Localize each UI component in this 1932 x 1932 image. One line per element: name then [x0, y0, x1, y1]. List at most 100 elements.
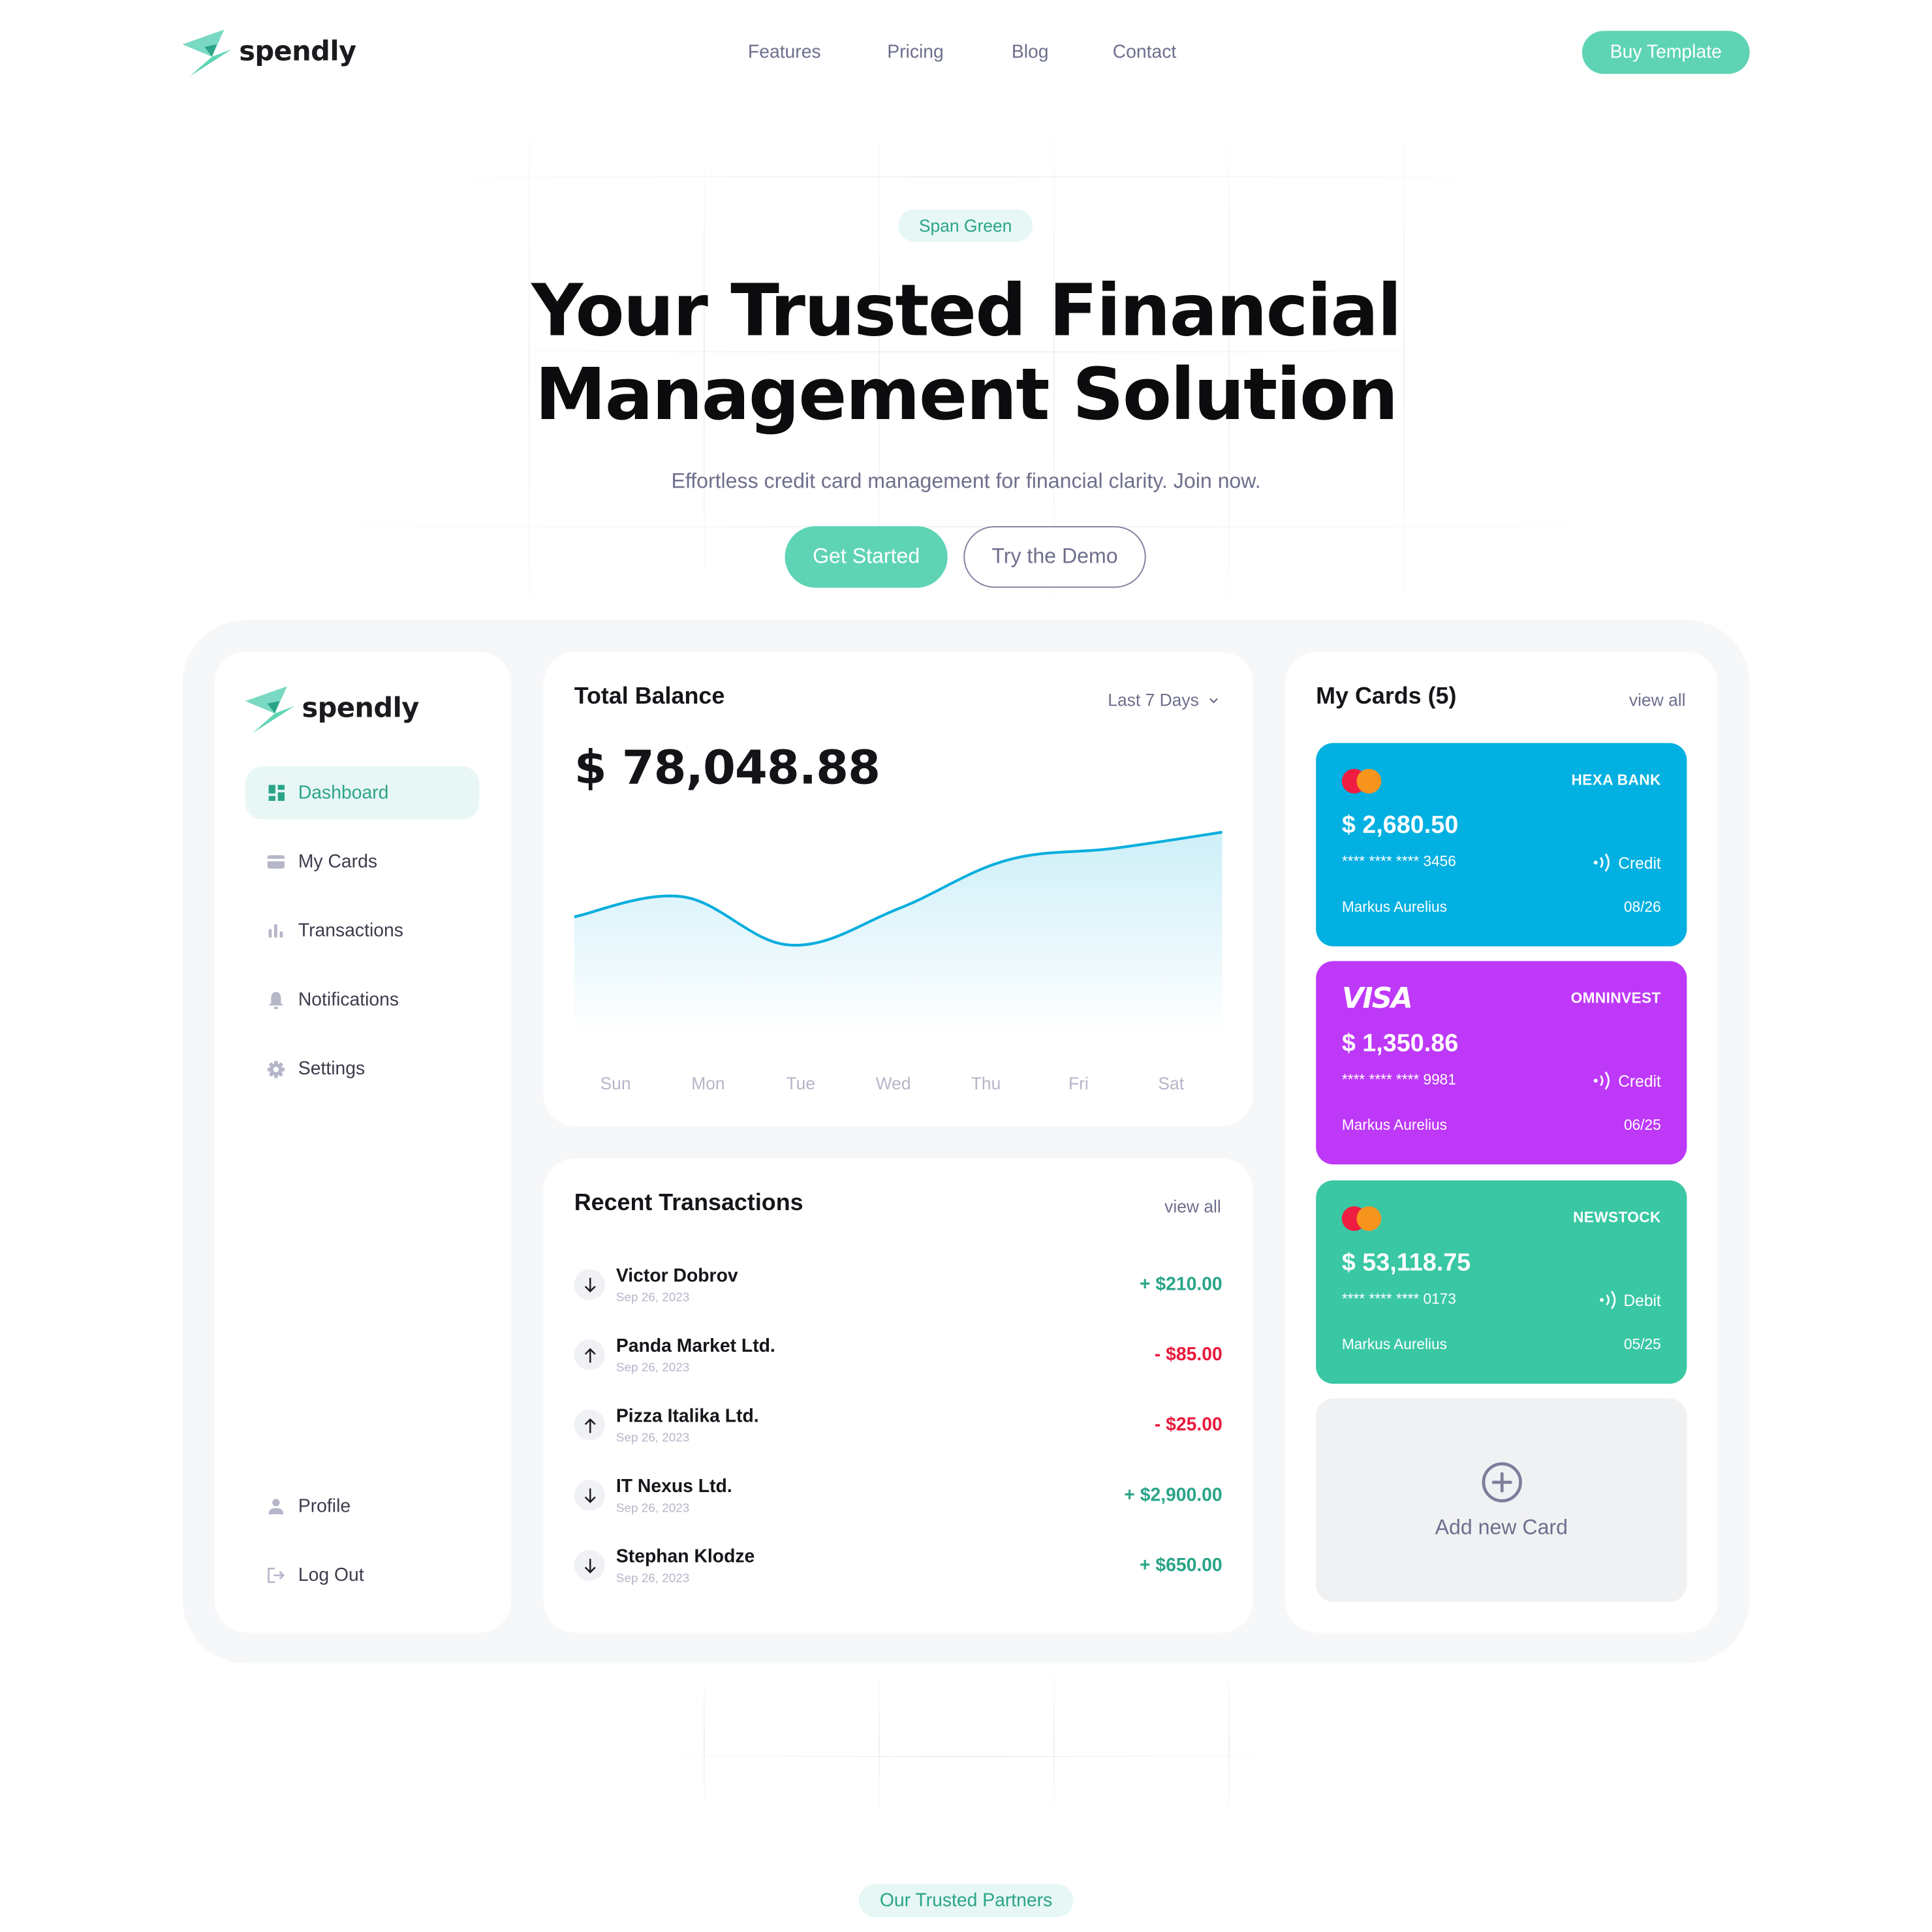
my-cards-panel: My Cards (5) view all HEXA BANK $ 2,680.… — [1285, 651, 1718, 1633]
try-demo-button[interactable]: Try the Demo — [963, 526, 1146, 588]
transaction-date: Sep 26, 2023 — [615, 1362, 690, 1375]
hero-title-line-1: Your Trusted Financial — [531, 268, 1402, 352]
card-type: Credit — [1594, 851, 1661, 873]
credit-card[interactable]: HEXA BANK $ 2,680.50 **** **** **** 3456… — [1316, 743, 1687, 946]
credit-card[interactable]: VISA OMNINVEST $ 1,350.86 **** **** ****… — [1316, 961, 1687, 1164]
bar-chart-icon — [266, 921, 286, 941]
arrow-down-icon — [574, 1269, 605, 1300]
contactless-icon — [1594, 853, 1610, 872]
chart-x-axis: Sun Mon Tue Wed Thu Fri Sat — [574, 1073, 1223, 1098]
balance-chart — [574, 830, 1223, 1034]
grid-line — [1053, 1663, 1055, 1824]
recent-transactions-panel: Recent Transactions view all Victor Dobr… — [543, 1158, 1253, 1633]
sidebar-item-dashboard[interactable]: Dashboard — [245, 766, 480, 820]
contactless-icon — [1594, 1071, 1610, 1090]
sidebar-item-notifications[interactable]: Notifications — [245, 973, 480, 1026]
nav-link-features[interactable]: Features — [748, 42, 821, 63]
card-holder: Markus Aurelius — [1341, 898, 1447, 916]
sidebar-item-transactions[interactable]: Transactions — [245, 905, 480, 958]
sidebar-item-my-cards[interactable]: My Cards — [245, 835, 480, 888]
transaction-name: Panda Market Ltd. — [615, 1335, 775, 1357]
cards-view-all-link[interactable]: view all — [1629, 690, 1686, 709]
x-tick-label: Wed — [875, 1073, 911, 1093]
card-expiry: 08/26 — [1624, 898, 1661, 916]
nav-link-blog[interactable]: Blog — [1012, 42, 1049, 63]
debit-card[interactable]: NEWSTOCK $ 53,118.75 **** **** **** 0173… — [1316, 1180, 1687, 1384]
brand-name: spendly — [239, 36, 356, 67]
card-type-label: Credit — [1618, 853, 1661, 872]
add-new-card-button[interactable]: Add new Card — [1316, 1398, 1687, 1602]
transaction-amount: + $210.00 — [1139, 1273, 1223, 1296]
sidebar-item-settings[interactable]: Settings — [245, 1042, 480, 1095]
card-number: **** **** **** 3456 — [1341, 852, 1456, 870]
card-type-label: Credit — [1618, 1071, 1661, 1090]
grid-line — [1228, 1663, 1230, 1824]
hero-title: Your Trusted Financial Management Soluti… — [350, 269, 1582, 437]
arrow-down-icon — [574, 1480, 605, 1511]
x-tick-label: Thu — [971, 1073, 1001, 1093]
visa-logo: VISA — [1341, 983, 1413, 1016]
arrow-up-icon — [574, 1339, 605, 1371]
transaction-row[interactable]: IT Nexus Ltd. Sep 26, 2023 + $2,900.00 — [574, 1476, 1223, 1526]
grid-line — [369, 176, 1563, 178]
transaction-date: Sep 26, 2023 — [615, 1291, 690, 1305]
buy-template-button[interactable]: Buy Template — [1581, 31, 1750, 74]
bell-icon — [266, 990, 286, 1010]
brand-name: spendly — [302, 693, 420, 724]
sidebar-item-label: My Cards — [298, 851, 378, 873]
sidebar-item-label: Settings — [298, 1058, 366, 1080]
transaction-name: IT Nexus Ltd. — [615, 1476, 732, 1497]
nav-link-contact[interactable]: Contact — [1113, 42, 1177, 63]
sidebar-item-log-out[interactable]: Log Out — [245, 1549, 480, 1602]
card-balance: $ 53,118.75 — [1341, 1249, 1471, 1277]
transaction-date: Sep 26, 2023 — [615, 1572, 690, 1586]
x-tick-label: Mon — [691, 1073, 725, 1093]
card-type: Credit — [1594, 1070, 1661, 1092]
card-bank: OMNINVEST — [1570, 989, 1661, 1007]
transaction-row[interactable]: Pizza Italika Ltd. Sep 26, 2023 - $25.00 — [574, 1406, 1223, 1456]
range-label: Last 7 Days — [1108, 690, 1199, 710]
x-tick-label: Tue — [786, 1073, 816, 1093]
x-tick-label: Fri — [1068, 1073, 1089, 1093]
sidebar: spendly Dashboard My Cards Transactions … — [214, 651, 512, 1633]
transaction-date: Sep 26, 2023 — [615, 1502, 690, 1516]
arrow-up-icon — [574, 1409, 605, 1441]
dashboard-icon — [266, 783, 286, 803]
contactless-icon — [1599, 1290, 1615, 1309]
transaction-name: Victor Dobrov — [615, 1265, 738, 1286]
logo-icon — [182, 29, 232, 77]
get-started-button[interactable]: Get Started — [785, 526, 948, 588]
card-balance: $ 1,350.86 — [1341, 1030, 1459, 1057]
sidebar-item-label: Transactions — [298, 920, 403, 942]
card-number: **** **** **** 0173 — [1341, 1290, 1456, 1307]
logout-icon — [266, 1565, 286, 1585]
page: spendly Features Pricing Blog Contact Bu… — [0, 0, 1932, 1932]
x-tick-label: Sat — [1158, 1073, 1185, 1093]
sidebar-item-label: Dashboard — [298, 782, 389, 803]
card-expiry: 05/25 — [1624, 1335, 1661, 1353]
transactions-view-all-link[interactable]: view all — [1164, 1196, 1221, 1216]
nav-link-pricing[interactable]: Pricing — [887, 42, 944, 63]
sidebar-item-profile[interactable]: Profile — [245, 1480, 480, 1533]
transaction-row[interactable]: Panda Market Ltd. Sep 26, 2023 - $85.00 — [574, 1335, 1223, 1385]
nav-logo[interactable]: spendly — [182, 27, 356, 77]
card-balance: $ 2,680.50 — [1341, 812, 1459, 839]
transaction-amount: + $650.00 — [1139, 1555, 1223, 1576]
transaction-date: Sep 26, 2023 — [615, 1431, 690, 1446]
my-cards-title: My Cards (5) — [1316, 683, 1457, 710]
sidebar-logo[interactable]: spendly — [245, 684, 419, 734]
transaction-row[interactable]: Stephan Klodze Sep 26, 2023 + $650.00 — [574, 1546, 1223, 1596]
range-dropdown[interactable]: Last 7 Days — [1108, 690, 1219, 709]
grid-line — [246, 526, 1686, 527]
card-number: **** **** **** 9981 — [1341, 1070, 1456, 1088]
plus-circle-icon — [1481, 1461, 1521, 1502]
transaction-amount: - $25.00 — [1154, 1414, 1223, 1436]
mastercard-icon — [1341, 768, 1382, 794]
card-type-label: Debit — [1623, 1290, 1661, 1309]
sidebar-item-label: Notifications — [298, 989, 399, 1010]
card-bank: HEXA BANK — [1571, 771, 1661, 789]
transaction-row[interactable]: Victor Dobrov Sep 26, 2023 + $210.00 — [574, 1266, 1223, 1315]
transaction-amount: + $2,900.00 — [1124, 1484, 1223, 1506]
logo-icon — [245, 686, 295, 734]
hero-badge: Span Green — [898, 209, 1033, 242]
